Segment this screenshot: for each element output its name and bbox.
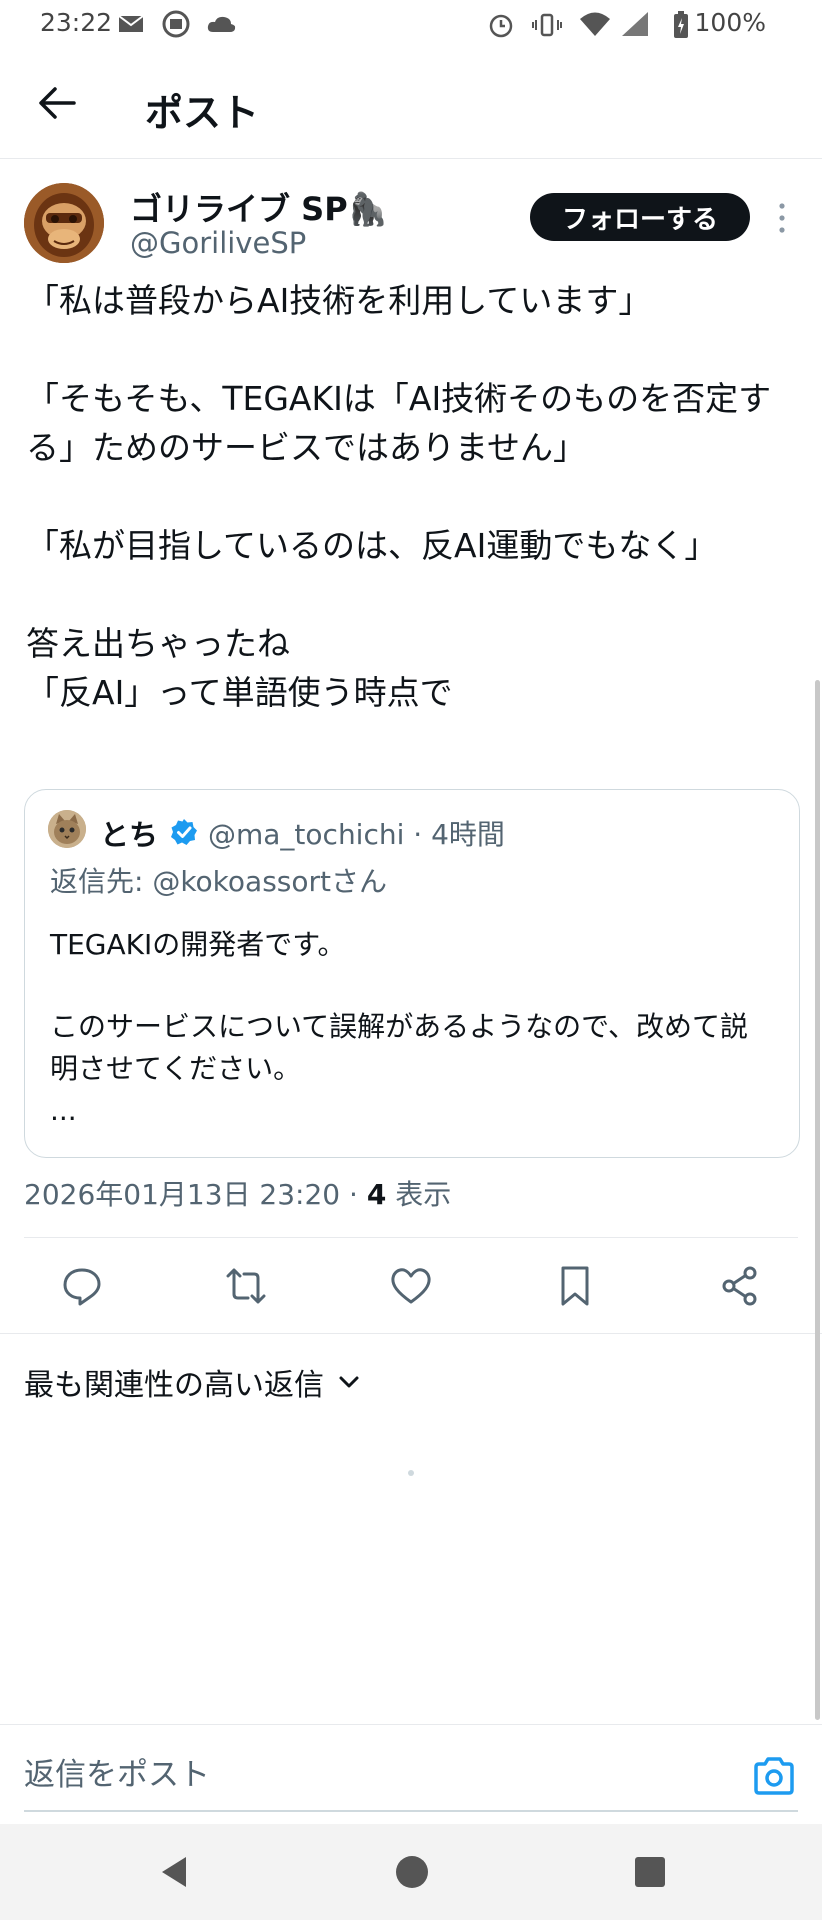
post-line: 「そもそも、TEGAKIは「AI技術そのものを否定する」ためのサービスではありま… bbox=[26, 379, 772, 467]
app-notification-icon bbox=[162, 10, 190, 38]
post-blank-line bbox=[26, 472, 796, 521]
post-line: 答え出ちゃったね bbox=[26, 624, 290, 663]
views-count[interactable]: 4 bbox=[367, 1178, 386, 1211]
page-title: ポスト bbox=[145, 91, 260, 135]
cat-avatar-image bbox=[48, 810, 86, 848]
reply-input-underline bbox=[24, 1810, 798, 1812]
quoted-blank-line bbox=[50, 966, 770, 1006]
repost-icon[interactable] bbox=[224, 1264, 268, 1308]
status-time: 23:22 bbox=[40, 8, 113, 37]
cloud-icon bbox=[207, 16, 236, 32]
loading-indicator bbox=[408, 1470, 414, 1476]
post-line: 「私が目指しているのは、反AI運動でもなく」 bbox=[26, 526, 718, 565]
divider bbox=[0, 1333, 822, 1334]
nav-recents-icon[interactable] bbox=[632, 1854, 668, 1890]
replies-sort-label: 最も関連性の高い返信 bbox=[24, 1368, 324, 1403]
timestamp-text: 2026年01月13日 23:20 · bbox=[24, 1178, 367, 1211]
quoted-line: TEGAKIの開発者です。 bbox=[50, 928, 346, 961]
post-blank-line bbox=[26, 570, 796, 619]
post-line: 「私は普段からAI技術を利用しています」 bbox=[26, 281, 652, 320]
header: ポスト bbox=[0, 50, 822, 159]
scrollbar[interactable] bbox=[815, 680, 820, 1720]
views-label: 表示 bbox=[386, 1178, 452, 1211]
reply-input[interactable] bbox=[24, 1746, 724, 1804]
camera-icon[interactable] bbox=[752, 1756, 796, 1796]
battery-icon bbox=[674, 11, 688, 38]
verified-badge-icon bbox=[171, 819, 197, 845]
mail-icon bbox=[118, 15, 144, 32]
divider bbox=[0, 1724, 822, 1725]
signal-icon bbox=[622, 12, 648, 36]
quoted-line: このサービスについて誤解があるようなので、改めて説明させてください。 bbox=[50, 1010, 749, 1085]
divider bbox=[24, 1237, 798, 1238]
quoted-line: ... bbox=[50, 1094, 77, 1127]
back-arrow-icon[interactable] bbox=[38, 86, 76, 120]
post-timestamp: 2026年01月13日 23:20 · 4 表示 bbox=[24, 1173, 451, 1213]
avatar[interactable] bbox=[24, 183, 104, 263]
reply-icon[interactable] bbox=[60, 1264, 104, 1308]
follow-button[interactable]: フォローする bbox=[530, 193, 750, 241]
vibrate-icon bbox=[532, 13, 562, 37]
bookmark-icon[interactable] bbox=[553, 1264, 597, 1308]
replies-sort-dropdown[interactable]: 最も関連性の高い返信 bbox=[24, 1362, 360, 1403]
gorilla-avatar-image bbox=[24, 183, 104, 263]
quoted-reply-to: 返信先: @kokoassortさん bbox=[50, 865, 387, 898]
author-handle[interactable]: @GoriliveSP bbox=[130, 226, 306, 260]
battery-percent: 100% bbox=[694, 8, 766, 37]
status-bar: 23:22 100% bbox=[0, 0, 822, 50]
nav-home-icon[interactable] bbox=[394, 1854, 430, 1890]
nav-back-icon[interactable] bbox=[156, 1854, 192, 1890]
quoted-author-name: とち bbox=[100, 818, 159, 852]
post-blank-line bbox=[26, 325, 796, 374]
like-icon[interactable] bbox=[389, 1264, 433, 1308]
author-display-name[interactable]: ゴリライブ SP🦍 bbox=[130, 184, 388, 230]
more-vertical-icon[interactable] bbox=[770, 200, 794, 236]
wifi-icon bbox=[580, 12, 610, 36]
chevron-down-icon bbox=[339, 1376, 359, 1388]
post-body: 「私は普段からAI技術を利用しています」 「そもそも、TEGAKIは「AI技術そ… bbox=[26, 276, 796, 717]
quoted-body: TEGAKIの開発者です。 このサービスについて誤解があるようなので、改めて説明… bbox=[50, 924, 770, 1132]
alarm-icon bbox=[489, 14, 513, 38]
share-icon[interactable] bbox=[718, 1264, 762, 1308]
quoted-avatar bbox=[48, 810, 86, 848]
quoted-handle-time: @ma_tochichi · 4時間 bbox=[208, 818, 505, 851]
post-line: 「反AI」って単語使う時点で bbox=[26, 673, 453, 712]
